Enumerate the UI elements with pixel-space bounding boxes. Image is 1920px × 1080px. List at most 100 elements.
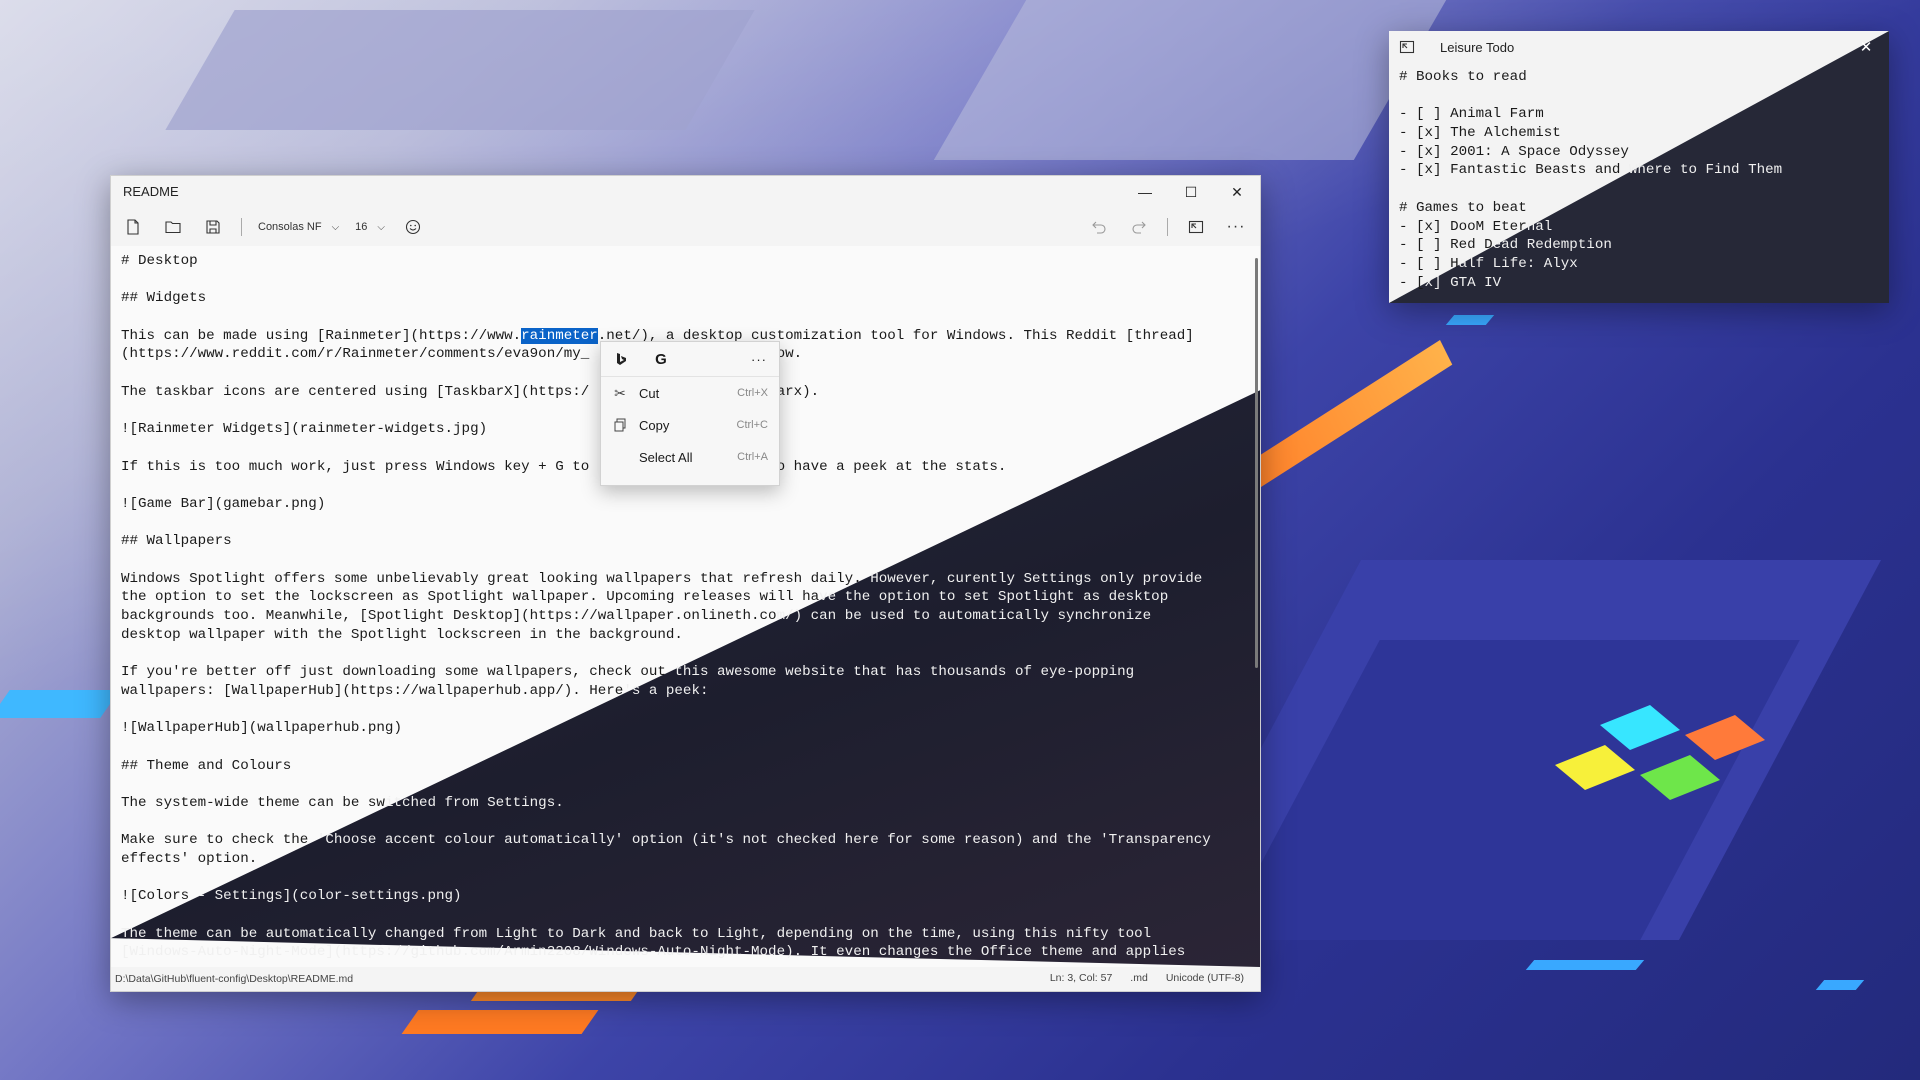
open-folder-icon[interactable] bbox=[153, 208, 193, 246]
compact-overlay-icon[interactable] bbox=[1399, 39, 1415, 55]
todo-window-title: Leisure Todo bbox=[1440, 40, 1515, 55]
copy-icon bbox=[601, 418, 639, 432]
editor-line: Windows Spotlight offers some unbelievab… bbox=[121, 570, 1203, 587]
editor-line: backgrounds too. Meanwhile, [Spotlight D… bbox=[121, 608, 1152, 625]
emoji-icon[interactable] bbox=[393, 208, 433, 246]
editor-line: If you're better off just downloading so… bbox=[121, 664, 1135, 681]
context-menu: G ··· ✂ Cut Ctrl+X Copy Ctrl+C Select Al… bbox=[600, 341, 780, 486]
font-family-select[interactable]: Consolas NF ⌵ bbox=[258, 208, 339, 246]
cursor-position: Ln: 3, Col: 57 bbox=[1049, 972, 1113, 984]
todo-line: - [x] GTA IV bbox=[1399, 274, 1502, 291]
menu-item-label: Copy bbox=[639, 417, 670, 433]
encoding[interactable]: Unicode (UTF-8) bbox=[1166, 972, 1244, 984]
editor-line: ## Widgets bbox=[121, 290, 207, 307]
editor-line: the option to set the lockscreen as Spot… bbox=[121, 589, 1169, 606]
editor-line: # Desktop bbox=[121, 253, 198, 269]
bing-search-icon[interactable] bbox=[601, 342, 641, 376]
toolbar: Consolas NF ⌵ 16 ⌵ ··· bbox=[111, 208, 1260, 246]
vertical-scrollbar[interactable] bbox=[1255, 258, 1258, 668]
google-search-icon[interactable]: G bbox=[641, 342, 681, 376]
todo-line: - [x] DooM Eternal bbox=[1399, 218, 1553, 235]
menu-item-shortcut: Ctrl+C bbox=[736, 419, 768, 431]
editor-line: effects' option. bbox=[121, 851, 258, 867]
toolbar-divider bbox=[1167, 218, 1168, 236]
title-bar[interactable]: README — ☐ ✕ bbox=[111, 176, 1260, 208]
todo-line: - [ ] Red Dead Redemption bbox=[1399, 237, 1612, 254]
chevron-down-icon: ⌵ bbox=[377, 221, 386, 233]
readme-window: README — ☐ ✕ Consolas NF ⌵ 16 ⌵ ··· # De… bbox=[110, 175, 1261, 992]
todo-line bbox=[1399, 87, 1879, 106]
menu-item-shortcut: Ctrl+A bbox=[737, 451, 768, 463]
wallpaper-stripe bbox=[1815, 980, 1865, 990]
more-options-icon[interactable]: ··· bbox=[1216, 208, 1256, 246]
wallpaper-stripe bbox=[1525, 960, 1645, 970]
todo-line: - [x] Fantastic Beasts and Where to Find… bbox=[1399, 162, 1783, 179]
menu-item-select-all[interactable]: Select All Ctrl+A bbox=[601, 441, 779, 473]
menu-item-label: Cut bbox=[639, 385, 660, 401]
selected-text[interactable]: rainmeter bbox=[521, 327, 598, 344]
menu-item-shortcut: Ctrl+X bbox=[737, 387, 768, 399]
wallpaper-orange-bar bbox=[401, 1010, 599, 1034]
menu-item-label: Select All bbox=[639, 449, 693, 465]
todo-line bbox=[1399, 180, 1879, 199]
editor-line: ## Theme and Colours bbox=[121, 757, 292, 774]
menu-item-copy[interactable]: Copy Ctrl+C bbox=[601, 409, 779, 441]
wallpaper-block bbox=[165, 10, 755, 130]
wallpaper-cyan-bar bbox=[0, 690, 120, 718]
compact-overlay-icon[interactable] bbox=[1176, 208, 1216, 246]
file-path: D:\Data\GitHub\fluent-config\Desktop\REA… bbox=[115, 973, 354, 985]
chevron-down-icon: ⌵ bbox=[331, 221, 340, 233]
todo-line: - [ ] Animal Farm bbox=[1399, 106, 1544, 123]
editor-line: ![Colors - Settings](color-settings.png) bbox=[121, 888, 462, 905]
save-icon[interactable] bbox=[193, 208, 233, 246]
close-button[interactable]: ✕ bbox=[1843, 31, 1889, 63]
close-button[interactable]: ✕ bbox=[1214, 176, 1260, 208]
context-menu-search-row: G ··· bbox=[601, 342, 779, 377]
todo-line: - [x] The Alchemist bbox=[1399, 125, 1561, 142]
editor-line: [Windows-Auto-Night-Mode](https://github… bbox=[121, 944, 1186, 961]
todo-window: Leisure Todo ✕ # Books to read - [ ] Anim… bbox=[1389, 31, 1889, 303]
menu-item-cut[interactable]: ✂ Cut Ctrl+X bbox=[601, 377, 779, 409]
minimize-button[interactable]: — bbox=[1122, 176, 1168, 208]
status-bar: D:\Data\GitHub\fluent-config\Desktop\REA… bbox=[111, 967, 1260, 991]
font-size-select[interactable]: 16 ⌵ bbox=[355, 208, 385, 246]
todo-text[interactable]: # Books to read - [ ] Animal Farm - [x] Th… bbox=[1399, 68, 1879, 292]
editor-line: ## Wallpapers bbox=[121, 533, 232, 550]
editor-line: ![WallpaperHub](wallpaperhub.png) bbox=[121, 720, 402, 737]
editor-line: Make sure to check the 'Choose accent co… bbox=[121, 832, 1211, 849]
todo-line: # Books to read bbox=[1399, 69, 1527, 85]
font-size-value: 16 bbox=[355, 221, 368, 233]
file-extension: .md bbox=[1130, 972, 1148, 984]
maximize-button[interactable]: ☐ bbox=[1168, 176, 1214, 208]
font-family-value: Consolas NF bbox=[258, 221, 322, 233]
new-file-icon[interactable] bbox=[113, 208, 153, 246]
more-options-icon[interactable]: ··· bbox=[739, 352, 779, 367]
editor-line: wallpapers: [WallpaperHub](https://wallp… bbox=[121, 682, 709, 699]
windows-logo-icon bbox=[1555, 705, 1765, 800]
redo-icon[interactable] bbox=[1119, 208, 1159, 246]
todo-line: # Games to beat bbox=[1399, 199, 1527, 216]
toolbar-divider bbox=[241, 218, 242, 236]
editor-line: The theme can be automatically changed f… bbox=[121, 925, 1152, 942]
todo-line: - [ ] Half Life: Alyx bbox=[1399, 255, 1578, 272]
editor-line: desktop wallpaper with the Spotlight loc… bbox=[121, 626, 683, 643]
editor-line: The system-wide theme can be switched fr… bbox=[121, 794, 564, 811]
scissors-icon: ✂ bbox=[614, 384, 626, 401]
undo-icon[interactable] bbox=[1079, 208, 1119, 246]
wallpaper-stripe bbox=[1445, 315, 1495, 325]
window-title: README bbox=[123, 184, 179, 199]
editor-line: ![Game Bar](gamebar.png) bbox=[121, 495, 326, 512]
todo-title-bar[interactable]: Leisure Todo ✕ bbox=[1389, 31, 1889, 63]
todo-line: - [x] 2001: A Space Odyssey bbox=[1399, 143, 1629, 160]
